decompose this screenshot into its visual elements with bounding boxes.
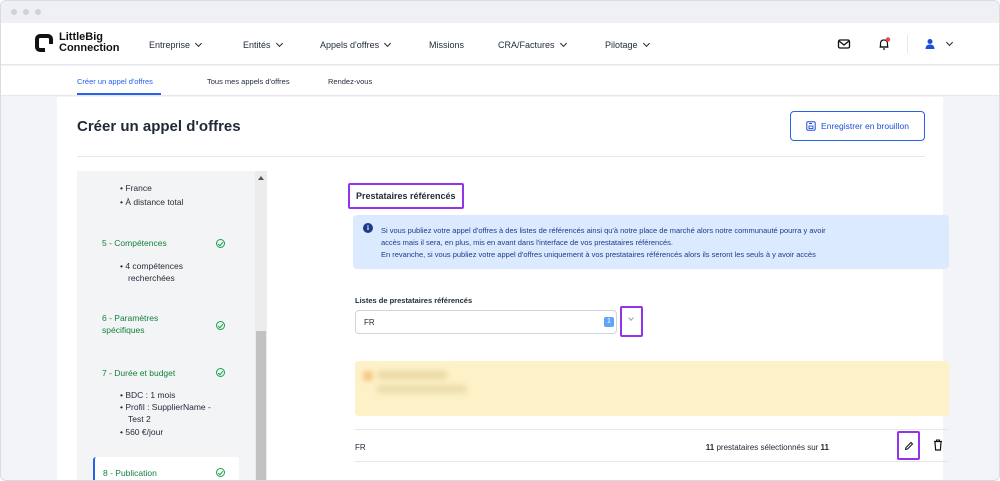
check-circle-icon <box>216 239 225 248</box>
nav-item-pilotage[interactable]: Pilotage <box>605 39 650 50</box>
list-dropdown-button[interactable] <box>620 306 643 337</box>
nav-separator <box>907 35 908 53</box>
steps-sidebar: • France • À distance total 5 - Compéten… <box>77 171 267 480</box>
user-menu-chevron-icon[interactable] <box>945 38 954 47</box>
step-detail-label: BDC : 1 mois <box>125 390 176 400</box>
step-label-line: 6 - Paramètres <box>102 313 159 323</box>
row-divider <box>355 461 949 462</box>
select-value: FR <box>364 318 375 327</box>
nav-item-entreprise[interactable]: Entreprise <box>149 39 203 50</box>
scroll-thumb[interactable] <box>256 331 266 480</box>
mail-icon[interactable] <box>837 37 851 51</box>
nav-item-entites[interactable]: Entités <box>243 39 283 50</box>
row-divider <box>355 429 949 430</box>
step-publication-label: 8 - Publication <box>103 468 157 478</box>
location-item-label: À distance total <box>125 197 184 207</box>
count-total: 11 <box>820 443 829 452</box>
check-circle-icon <box>216 368 225 377</box>
list-row-count: 11 prestataires sélectionnés sur 11 <box>706 443 829 452</box>
step-parametres[interactable]: 6 - Paramètres spécifiques <box>102 312 158 336</box>
tab-create-tender[interactable]: Créer un appel d'offres <box>77 77 153 86</box>
step-duree-budget[interactable]: 7 - Durée et budget <box>102 367 175 379</box>
chevron-down-icon <box>559 39 567 48</box>
edit-list-button[interactable] <box>897 431 920 460</box>
step-detail: • BDC : 1 mois <box>120 390 176 400</box>
window-minimize-dot[interactable] <box>23 9 29 15</box>
count-selected: 11 <box>705 443 715 452</box>
window-titlebar <box>1 1 999 23</box>
nav-label: Pilotage <box>605 40 638 50</box>
step-detail-label: Profil : SupplierName - <box>125 402 211 412</box>
save-draft-button[interactable]: Enregistrer en brouillon <box>790 111 925 141</box>
active-tab-indicator <box>77 93 161 95</box>
logo-line2: Connection <box>59 42 120 54</box>
scroll-up-icon[interactable] <box>258 176 264 180</box>
step-detail-label: 4 compétences <box>125 261 183 271</box>
save-icon <box>806 121 816 131</box>
check-circle-icon <box>216 321 225 330</box>
step-publication-active[interactable]: 8 - Publication <box>93 457 239 480</box>
step-detail: Test 2 <box>128 414 151 424</box>
info-icon: i <box>363 223 373 233</box>
logo-text: LittleBig Connection <box>59 32 120 54</box>
step-detail: • Profil : SupplierName - <box>120 402 211 412</box>
list-select-label: Listes de prestataires référencés <box>355 296 473 305</box>
info-alert: i Si vous publiez votre appel d'offres à… <box>353 215 949 269</box>
user-icon[interactable] <box>923 37 937 51</box>
pencil-icon <box>904 441 914 451</box>
list-row-name: FR <box>355 443 366 452</box>
chevron-down-icon <box>275 39 283 48</box>
chevron-down-icon <box>628 315 634 321</box>
step-competences[interactable]: 5 - Compétences <box>102 237 167 249</box>
page-title: Créer un appel d'offres <box>77 118 241 135</box>
window-close-dot[interactable] <box>11 9 17 15</box>
app-window: LittleBig Connection Entreprise Entités … <box>0 0 1000 481</box>
location-item: • France <box>120 183 152 193</box>
nav-item-missions[interactable]: Missions <box>429 40 464 50</box>
count-text: prestataires sélectionnés sur <box>714 443 821 452</box>
list-select[interactable]: FR 1 <box>355 310 617 334</box>
warning-text-blurred <box>377 371 447 379</box>
nav-label: Entités <box>243 40 271 50</box>
tab-appointments[interactable]: Rendez-vous <box>328 77 372 86</box>
trash-icon[interactable] <box>931 438 945 452</box>
save-draft-label: Enregistrer en brouillon <box>821 121 909 131</box>
bell-icon[interactable] <box>877 37 891 51</box>
chevron-down-icon <box>384 39 392 48</box>
window-maximize-dot[interactable] <box>35 9 41 15</box>
step-detail-label: 560 €/jour <box>125 427 164 437</box>
selected-count-badge: 1 <box>604 317 614 327</box>
title-divider <box>77 156 925 157</box>
nav-label: Missions <box>429 40 465 50</box>
location-item-label: France <box>125 183 152 193</box>
chevron-down-icon <box>642 39 650 48</box>
logo[interactable]: LittleBig Connection <box>35 32 120 54</box>
page-card: Créer un appel d'offres Enregistrer en b… <box>57 97 949 480</box>
step-detail: recherchées <box>128 273 175 283</box>
step-detail: • 4 compétences <box>120 261 183 271</box>
warning-text-blurred <box>377 385 467 393</box>
sidebar-scrollbar[interactable] <box>255 171 267 480</box>
step-label-line: spécifiques <box>102 325 145 335</box>
top-navbar: LittleBig Connection Entreprise Entités … <box>1 23 999 65</box>
warning-icon <box>363 371 373 381</box>
section-title: Prestataires référencés <box>348 183 464 209</box>
chevron-down-icon <box>194 39 203 48</box>
nav-item-cra-factures[interactable]: CRA/Factures <box>498 39 567 50</box>
warning-alert <box>355 361 949 416</box>
sub-navbar: Créer un appel d'offres Tous mes appels … <box>1 66 999 96</box>
location-item: • À distance total <box>120 197 184 207</box>
logo-icon <box>35 34 54 53</box>
info-text-line: Si vous publiez votre appel d'offres à d… <box>381 226 826 235</box>
nav-label: CRA/Factures <box>498 40 555 50</box>
check-circle-icon <box>216 468 225 477</box>
nav-label: Appels d'offres <box>320 40 380 50</box>
publication-panel: Prestataires référencés i Si vous publie… <box>293 171 949 480</box>
info-text-line: accès mais il sera, en plus, mis en avan… <box>381 238 673 247</box>
step-detail: • 560 €/jour <box>120 427 164 437</box>
nav-item-appels-offres[interactable]: Appels d'offres <box>320 39 392 50</box>
nav-label: Entreprise <box>149 40 191 50</box>
info-text-line: En revanche, si vous publiez votre appel… <box>381 250 816 259</box>
tab-all-tenders[interactable]: Tous mes appels d'offres <box>207 77 290 86</box>
